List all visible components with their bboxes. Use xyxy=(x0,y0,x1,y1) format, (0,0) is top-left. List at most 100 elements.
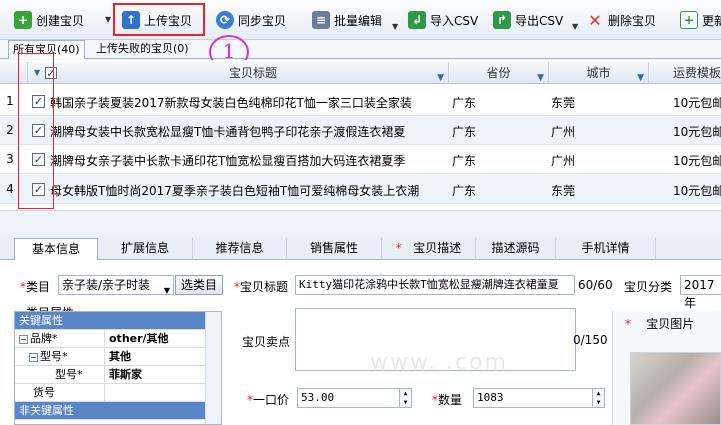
price-stepper[interactable]: ▲ ▼ xyxy=(399,389,411,407)
toolbar: + 创建宝贝 ▼ ↑ 上传宝贝 ⟳ 同步宝贝 ≡ 批量编辑 ▼ ↲ 导入CSV … xyxy=(0,0,721,40)
row-number: 4 xyxy=(6,182,14,196)
row-city: 东莞 xyxy=(551,96,576,110)
row-city: 东莞 xyxy=(551,184,576,198)
category-label: *类目 xyxy=(20,280,51,294)
row-shipping: 10元包邮 xyxy=(673,184,721,198)
quantity-label: *数量 xyxy=(432,393,463,407)
header-province-label: 省份 xyxy=(486,66,511,80)
chevron-down-icon: ▼ xyxy=(163,286,170,295)
tab-extended-info[interactable]: 扩展信息 xyxy=(98,238,193,260)
delete-item-button[interactable]: ✕ 删除宝贝 xyxy=(582,6,660,34)
create-item-label: 创建宝贝 xyxy=(36,13,85,28)
category-select[interactable]: 亲子装/亲子时装 ▼ xyxy=(58,275,174,295)
attribute-value[interactable]: other/其他 xyxy=(106,330,205,348)
tab-label: 描述源码 xyxy=(491,241,540,255)
update-item-button[interactable]: + 更新 xyxy=(676,6,721,34)
section-key-attributes: 关键属性 xyxy=(15,312,205,330)
export-csv-button[interactable]: ↱ 导出CSV xyxy=(489,6,567,34)
required-star: * xyxy=(395,241,402,255)
table-row[interactable]: 2 ✓ 潮牌母女装中长款宽松显瘦T恤卡通背包鸭子印花亲子渡假连衣裙夏 广东 广州… xyxy=(0,116,721,145)
item-list-tabs: 所有宝贝(40) 上传失败的宝贝(0) xyxy=(0,40,721,59)
item-grid: ▼ ✓ 宝贝标题 ▼ 省份 ▼ 城市 ▼ 运费模板 1 ✓ 韩国亲子装夏装201… xyxy=(0,60,721,210)
tab-label: 手机详情 xyxy=(581,241,630,255)
row-title: 韩国亲子装夏装2017新款母女装白色纯棉印花T恤一家三口装全家装 xyxy=(50,96,412,110)
row-title: 潮牌母女亲子装中长款卡通印花T恤宽松显瘦百搭加大码连衣裙夏季 xyxy=(50,154,406,168)
upload-highlight-box xyxy=(113,3,205,36)
tab-label: 宝贝描述 xyxy=(413,241,462,255)
tab-failed-items[interactable]: 上传失败的宝贝(0) xyxy=(92,40,193,59)
attribute-value[interactable] xyxy=(106,384,205,402)
row-title: 母女韩版T恤时尚2017夏季亲子装白色短袖T恤可爱纯棉母女装上衣潮 xyxy=(50,184,420,198)
category-attributes-grid: 关键属性 − 品牌* other/其他 − 型号* 其他 型号* 菲斯家 货号 非关… xyxy=(14,311,222,425)
table-row[interactable]: 4 ✓ 母女韩版T恤时尚2017夏季亲子装白色短袖T恤可爱纯棉母女装上衣潮 广东… xyxy=(0,175,721,204)
grid-header: ▼ ✓ 宝贝标题 ▼ 省份 ▼ 城市 ▼ 运费模板 xyxy=(0,62,721,84)
sync-item-label: 同步宝贝 xyxy=(238,13,287,28)
delete-x-icon: ✕ xyxy=(588,10,602,30)
row-shipping: 10元包邮 xyxy=(673,154,721,168)
row-shipping: 10元包邮 xyxy=(673,96,721,110)
header-city[interactable]: 城市 ▼ xyxy=(549,62,649,84)
classify-select[interactable]: 2017年 xyxy=(680,275,721,310)
row-city: 广州 xyxy=(551,154,576,168)
delete-item-label: 删除宝贝 xyxy=(608,13,657,28)
attribute-row[interactable]: 货号 xyxy=(15,384,205,402)
tab-label: 扩展信息 xyxy=(120,241,169,255)
row-number: 1 xyxy=(6,94,14,108)
header-title[interactable]: 宝贝标题 ▼ xyxy=(58,62,449,84)
attributes-scrollbar[interactable] xyxy=(205,312,221,424)
filter-icon[interactable]: ▼ xyxy=(437,67,444,89)
title-input[interactable]: Kitty猫印花涂鸦中长款T恤宽松显瘦潮牌连衣裙童夏 xyxy=(295,275,575,295)
filter-icon[interactable]: ▼ xyxy=(537,67,544,89)
image-label: * 宝贝图片 xyxy=(625,317,695,331)
tab-description-source[interactable]: 描述源码 xyxy=(476,238,556,260)
create-dropdown-icon[interactable]: ▼ xyxy=(105,15,111,24)
attribute-key: − 型号* xyxy=(15,348,105,366)
checkbox-highlight-box xyxy=(18,53,54,209)
import-csv-label: 导入CSV xyxy=(430,13,479,28)
row-number: 2 xyxy=(6,123,14,137)
attribute-row[interactable]: − 型号* 其他 xyxy=(15,348,205,366)
tab-item-description[interactable]: * 宝贝描述 xyxy=(382,238,476,260)
export-csv-label: 导出CSV xyxy=(515,13,564,28)
filter-icon[interactable]: ▼ xyxy=(637,67,644,89)
attribute-key: − 品牌* xyxy=(15,330,105,348)
grid-horizontal-scrollbar[interactable] xyxy=(0,210,721,226)
tab-basic-info[interactable]: 基本信息 xyxy=(14,238,98,260)
quantity-stepper[interactable]: ▲ ▼ xyxy=(592,389,604,407)
collapse-icon[interactable]: − xyxy=(29,352,38,362)
attribute-value[interactable]: 菲斯家 xyxy=(106,366,205,384)
sync-item-button[interactable]: ⟳ 同步宝贝 xyxy=(212,6,290,34)
attribute-key: 型号* xyxy=(15,366,105,384)
attribute-key: 货号 xyxy=(15,384,105,402)
export-dropdown-icon[interactable]: ▼ xyxy=(572,22,578,31)
tab-mobile-detail[interactable]: 手机详情 xyxy=(556,238,656,260)
header-province[interactable]: 省份 ▼ xyxy=(449,62,549,84)
import-icon: ↲ xyxy=(408,11,426,29)
price-input[interactable]: 53.00 ▲ ▼ xyxy=(297,388,412,408)
header-shipping[interactable]: 运费模板 xyxy=(649,62,721,84)
tab-sales-attributes[interactable]: 销售属性 xyxy=(287,238,382,260)
collapse-icon[interactable]: − xyxy=(19,334,28,344)
edit-list-icon: ≡ xyxy=(312,11,330,29)
attribute-value[interactable]: 其他 xyxy=(106,348,205,366)
update-icon: + xyxy=(680,11,698,29)
batch-edit-dropdown-icon[interactable]: ▼ xyxy=(392,22,398,31)
table-row[interactable]: 3 ✓ 潮牌母女亲子装中长款卡通印花T恤宽松显瘦百搭加大码连衣裙夏季 广东 广州… xyxy=(0,145,721,174)
quantity-input[interactable]: 1083 ▲ ▼ xyxy=(473,388,605,408)
tab-recommend-info[interactable]: 推荐信息 xyxy=(193,238,287,260)
item-photo[interactable] xyxy=(630,352,721,425)
choose-category-button[interactable]: 选类目 xyxy=(175,275,223,295)
row-province: 广东 xyxy=(452,154,477,168)
attribute-row[interactable]: − 品牌* other/其他 xyxy=(15,330,205,348)
attribute-row[interactable]: 型号* 菲斯家 xyxy=(15,366,205,384)
update-item-label: 更新 xyxy=(702,13,721,28)
table-row[interactable]: 1 ✓ 韩国亲子装夏装2017新款母女装白色纯棉印花T恤一家三口装全家装 广东 … xyxy=(0,87,721,116)
watermark: www. .com xyxy=(370,350,508,375)
row-city: 广州 xyxy=(551,125,576,139)
batch-edit-button[interactable]: ≡ 批量编辑 xyxy=(308,6,386,34)
create-item-button[interactable]: + 创建宝贝 xyxy=(10,6,88,34)
tab-label: 推荐信息 xyxy=(215,241,264,255)
import-csv-button[interactable]: ↲ 导入CSV xyxy=(404,6,482,34)
row-province: 广东 xyxy=(452,125,477,139)
row-title: 潮牌母女装中长款宽松显瘦T恤卡通背包鸭子印花亲子渡假连衣裙夏 xyxy=(50,125,406,139)
